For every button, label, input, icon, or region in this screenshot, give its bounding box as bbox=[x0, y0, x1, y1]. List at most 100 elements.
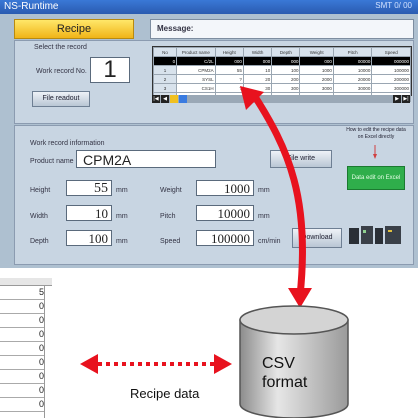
table-cell: 300000 bbox=[371, 83, 411, 93]
table-cell: 20 bbox=[242, 74, 273, 84]
table-cell: CS1H bbox=[176, 83, 216, 93]
table-cell: 000000 bbox=[371, 56, 411, 66]
table-row[interactable]: 3 CS1H ? 30 300 3000 30000 300000 bbox=[152, 83, 411, 93]
height-label: Height bbox=[30, 187, 51, 194]
depth-field[interactable]: 100 bbox=[66, 230, 112, 246]
height-field[interactable]: 55 bbox=[66, 180, 112, 196]
next-page-icon[interactable]: ▶ bbox=[393, 95, 401, 103]
sheet-cell: 5 bbox=[0, 286, 44, 300]
table-cell: 300 bbox=[271, 83, 301, 93]
edit-row-icon[interactable] bbox=[170, 95, 178, 103]
sheet-cell: 0 bbox=[0, 398, 44, 412]
table-cell: 1 bbox=[152, 65, 178, 75]
table-cell: C/2L bbox=[176, 56, 216, 66]
width-field[interactable]: 10 bbox=[66, 205, 112, 221]
download-button[interactable]: Download bbox=[292, 228, 342, 248]
table-cell: 000 bbox=[214, 56, 244, 66]
hmi-window: NS-Runtime SMT 0/ 00 Recipe Message: Sel… bbox=[0, 0, 418, 268]
table-cell: 55 bbox=[214, 65, 244, 75]
table-cell: 10 bbox=[242, 65, 273, 75]
file-write-button[interactable]: File write bbox=[270, 150, 332, 168]
sheet-cell: 0 bbox=[0, 314, 44, 328]
table-cell: 100 bbox=[271, 65, 301, 75]
product-name-field[interactable]: CPM2A bbox=[76, 150, 216, 168]
table-cell: 2 bbox=[152, 74, 178, 84]
column-header: No bbox=[152, 47, 178, 57]
down-arrow-icon bbox=[373, 145, 377, 159]
depth-unit: mm bbox=[116, 238, 128, 245]
table-cell: 000 bbox=[271, 56, 301, 66]
window-title: NS-Runtime bbox=[4, 1, 59, 12]
message-bar: Message: bbox=[150, 19, 414, 39]
table-navigation: |◀ ◀ ▶ ▶| bbox=[152, 95, 410, 103]
recipe-data-label: Recipe data bbox=[130, 386, 200, 401]
table-cell: 2000 bbox=[299, 74, 334, 84]
sheet-cell: 0 bbox=[0, 384, 44, 398]
message-label: Message: bbox=[157, 24, 194, 33]
first-page-icon[interactable]: |◀ bbox=[152, 95, 160, 103]
table-row[interactable]: 1 CPM2A 55 10 100 1000 10000 100000 bbox=[152, 65, 411, 75]
csv-format-label: CSV format bbox=[262, 355, 308, 391]
table-cell: SYSL bbox=[176, 74, 216, 84]
table-cell: 200 bbox=[271, 74, 301, 84]
column-header: Width bbox=[242, 47, 273, 57]
sheet-cell: 0 bbox=[0, 370, 44, 384]
table-cell: 000 bbox=[242, 56, 273, 66]
table-cell: 100000 bbox=[371, 65, 411, 75]
weight-unit: mm bbox=[258, 187, 270, 194]
speed-unit: cm/min bbox=[258, 238, 281, 245]
table-cell: 200000 bbox=[371, 74, 411, 84]
tab-recipe[interactable]: Recipe bbox=[14, 19, 134, 39]
speed-field[interactable]: 100000 bbox=[196, 230, 254, 246]
table-cell: 3 bbox=[152, 83, 178, 93]
product-name-label: Product name bbox=[30, 158, 74, 165]
column-header: Depth bbox=[271, 47, 301, 57]
select-record-label: Select the record bbox=[34, 44, 87, 51]
title-bar: NS-Runtime SMT 0/ 00 bbox=[0, 0, 418, 14]
pitch-label: Pitch bbox=[160, 213, 176, 220]
sheet-cell: 0 bbox=[0, 328, 44, 342]
table-cell: 30 bbox=[242, 83, 273, 93]
recipe-table[interactable]: No Product name Height Width Depth Weigh… bbox=[152, 46, 412, 102]
table-row[interactable]: 2 SYSL ? 20 200 2000 20000 200000 bbox=[152, 74, 411, 84]
table-cell: 1000 bbox=[299, 65, 334, 75]
column-header: Weight bbox=[299, 47, 334, 57]
table-cell: 00000 bbox=[332, 56, 373, 66]
last-page-icon[interactable]: ▶| bbox=[402, 95, 410, 103]
pitch-field[interactable]: 10000 bbox=[196, 205, 254, 221]
table-cell: 3000 bbox=[299, 83, 334, 93]
record-info-label: Work record information bbox=[30, 140, 105, 147]
column-header: Speed bbox=[371, 47, 411, 57]
table-cell: 0 bbox=[152, 56, 178, 66]
weight-label: Weight bbox=[160, 187, 182, 194]
file-readout-button[interactable]: File readout bbox=[32, 91, 90, 107]
depth-label: Depth bbox=[30, 238, 49, 245]
table-cell: ? bbox=[214, 83, 244, 93]
column-header: Product name bbox=[176, 47, 216, 57]
table-cell: CPM2A bbox=[176, 65, 216, 75]
sheet-cell: 0 bbox=[0, 356, 44, 370]
data-edit-on-excel-button[interactable]: Data edit on Excel bbox=[347, 166, 405, 190]
column-header: Pitch bbox=[332, 47, 373, 57]
table-cell: ? bbox=[214, 74, 244, 84]
table-cell: 10000 bbox=[332, 65, 373, 75]
record-number-field[interactable]: 1 bbox=[90, 57, 130, 83]
sheet-cell: 0 bbox=[0, 342, 44, 356]
table-cell: 30000 bbox=[332, 83, 373, 93]
pitch-unit: mm bbox=[258, 213, 270, 220]
sheet-cell: 0 bbox=[0, 300, 44, 314]
prev-page-icon[interactable]: ◀ bbox=[161, 95, 169, 103]
weight-field[interactable]: 1000 bbox=[196, 180, 254, 196]
width-unit: mm bbox=[116, 213, 128, 220]
table-row[interactable]: 0 C/2L 000 000 000 000 00000 000000 bbox=[152, 56, 411, 66]
dotted-arrow-right-head bbox=[214, 354, 232, 374]
speed-label: Speed bbox=[160, 238, 181, 245]
plc-device-icon bbox=[346, 222, 404, 248]
table-header-row: No Product name Height Width Depth Weigh… bbox=[152, 47, 411, 57]
work-record-label: Work record No. bbox=[36, 68, 87, 75]
save-row-icon[interactable] bbox=[179, 95, 187, 103]
column-header: Height bbox=[214, 47, 244, 57]
dotted-arrow-left-head bbox=[80, 354, 98, 374]
width-label: Width bbox=[30, 213, 48, 220]
spreadsheet-fragment: 5 0 0 0 0 0 0 0 0 bbox=[0, 278, 52, 418]
